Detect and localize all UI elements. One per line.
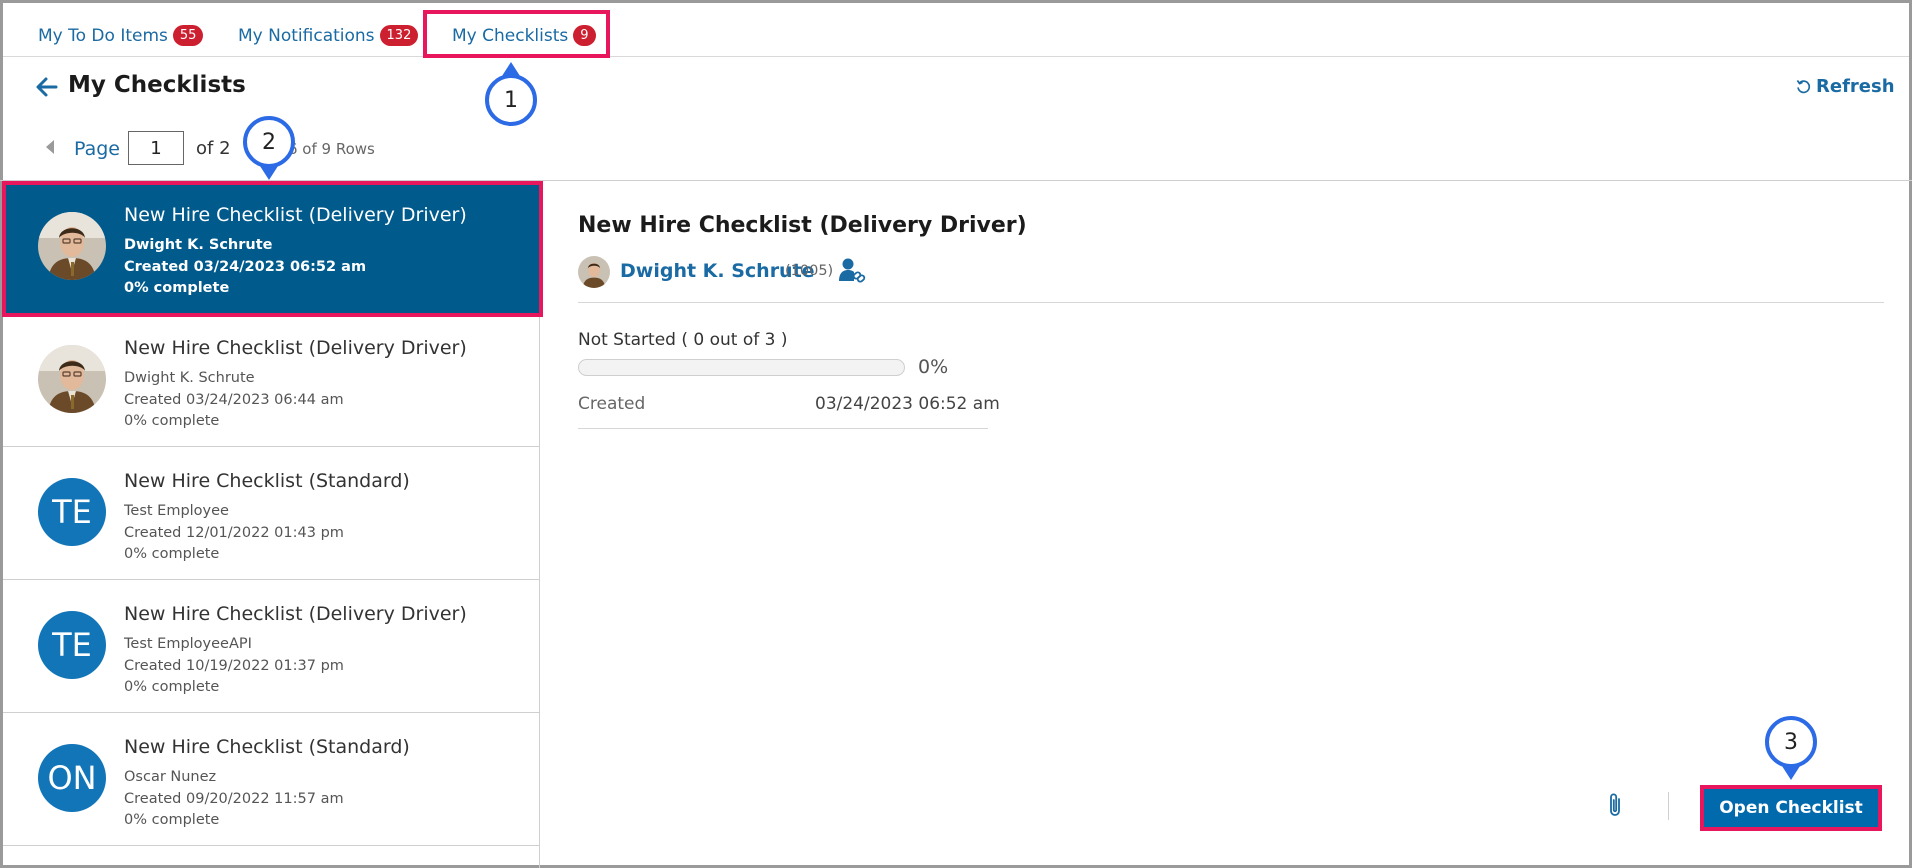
avatar: ON [38, 744, 106, 812]
item-person: Test Employee [124, 503, 229, 519]
created-label: Created [578, 394, 646, 414]
avatar [38, 345, 106, 413]
callout-marker: 1 [485, 62, 537, 126]
list-item[interactable]: New Hire Checklist (Delivery Driver) Dwi… [3, 314, 539, 447]
page-count: of 2 [196, 138, 231, 159]
item-created: Created 10/19/2022 01:37 pm [124, 658, 344, 674]
highlight-box-tab [423, 10, 610, 58]
item-created: Created 12/01/2022 01:43 pm [124, 525, 344, 541]
item-created: Created 03/24/2023 06:44 am [124, 392, 344, 408]
item-title: New Hire Checklist (Standard) [124, 736, 410, 758]
back-arrow-icon[interactable] [34, 74, 60, 100]
previous-page-icon[interactable] [46, 140, 54, 154]
item-title: New Hire Checklist (Delivery Driver) [124, 603, 467, 625]
avatar [578, 256, 610, 288]
item-person: Oscar Nunez [124, 769, 217, 785]
checklist-status: Not Started ( 0 out of 3 ) [578, 330, 788, 350]
divider [1668, 792, 1669, 820]
divider [578, 428, 988, 429]
list-item[interactable]: TE New Hire Checklist (Standard) Test Em… [3, 447, 539, 580]
list-item[interactable]: ON New Hire Checklist (Standard) Oscar N… [3, 713, 539, 846]
page-label: Page [74, 138, 120, 160]
item-title: New Hire Checklist (Delivery Driver) [124, 337, 467, 359]
user-link-icon[interactable] [838, 256, 866, 284]
item-person: Test EmployeeAPI [124, 636, 252, 652]
tab-label: My To Do Items [38, 25, 168, 46]
tab-bar: My To Do Items 55 My Notifications 132 M… [3, 3, 1909, 57]
row-count: 6 of 9 Rows [288, 140, 375, 158]
page-number-input[interactable] [128, 131, 184, 165]
detail-person-id: (1005) [785, 263, 834, 279]
progress-bar [578, 359, 905, 376]
tab-my-notifications[interactable]: My Notifications 132 [238, 25, 419, 46]
detail-title: New Hire Checklist (Delivery Driver) [578, 213, 1027, 238]
refresh-button[interactable]: Refresh [1796, 76, 1895, 97]
item-person: Dwight K. Schrute [124, 370, 255, 386]
highlight-box-selected-item [2, 181, 543, 317]
paperclip-icon[interactable] [1604, 792, 1626, 820]
count-badge: 55 [172, 25, 204, 46]
refresh-icon [1796, 79, 1811, 94]
callout-marker: 3 [1765, 716, 1817, 780]
item-progress: 0% complete [124, 812, 220, 828]
avatar: TE [38, 478, 106, 546]
highlight-box-button [1700, 785, 1882, 831]
tab-my-to-do-items[interactable]: My To Do Items 55 [38, 25, 204, 46]
item-progress: 0% complete [124, 546, 220, 562]
tab-label: My Notifications [238, 25, 375, 46]
page-title: My Checklists [68, 72, 246, 98]
created-value: 03/24/2023 06:52 am [815, 394, 1000, 414]
progress-percent: 0% [918, 356, 949, 378]
item-title: New Hire Checklist (Standard) [124, 470, 410, 492]
divider [578, 302, 1884, 303]
person-photo-icon [578, 256, 610, 288]
count-badge: 132 [379, 25, 419, 46]
refresh-label: Refresh [1816, 76, 1895, 97]
item-created: Created 09/20/2022 11:57 am [124, 791, 344, 807]
item-progress: 0% complete [124, 679, 220, 695]
avatar: TE [38, 611, 106, 679]
callout-marker: 2 [243, 116, 295, 180]
item-progress: 0% complete [124, 413, 220, 429]
list-item[interactable]: TE New Hire Checklist (Delivery Driver) … [3, 580, 539, 713]
person-photo-icon [38, 345, 106, 413]
